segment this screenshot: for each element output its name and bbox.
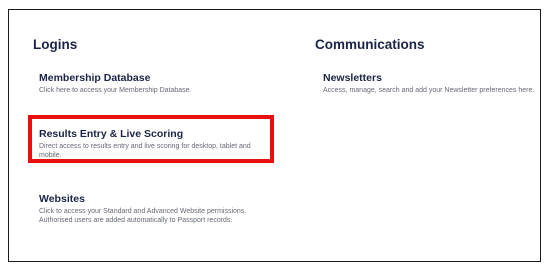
logins-heading: Logins — [33, 37, 78, 52]
results-entry-description: Direct access to results entry and live … — [39, 143, 251, 159]
membership-database-link[interactable]: Membership Database Click here to access… — [39, 72, 289, 96]
newsletters-description: Access, manage, search and add your News… — [323, 87, 535, 94]
results-entry-link[interactable]: Results Entry & Live Scoring Direct acce… — [39, 128, 254, 160]
portal-panel: Logins Membership Database Click here to… — [8, 9, 541, 262]
websites-link[interactable]: Websites Click to access your Standard a… — [39, 193, 254, 225]
websites-description: Click to access your Standard and Advanc… — [39, 208, 247, 224]
websites-title[interactable]: Websites — [39, 193, 254, 205]
newsletters-link[interactable]: Newsletters Access, manage, search and a… — [323, 72, 548, 96]
communications-heading: Communications — [315, 37, 425, 52]
newsletters-title[interactable]: Newsletters — [323, 72, 548, 84]
membership-database-description: Click here to access your Membership Dat… — [39, 87, 192, 94]
membership-database-title[interactable]: Membership Database — [39, 72, 289, 84]
results-entry-title[interactable]: Results Entry & Live Scoring — [39, 128, 254, 140]
